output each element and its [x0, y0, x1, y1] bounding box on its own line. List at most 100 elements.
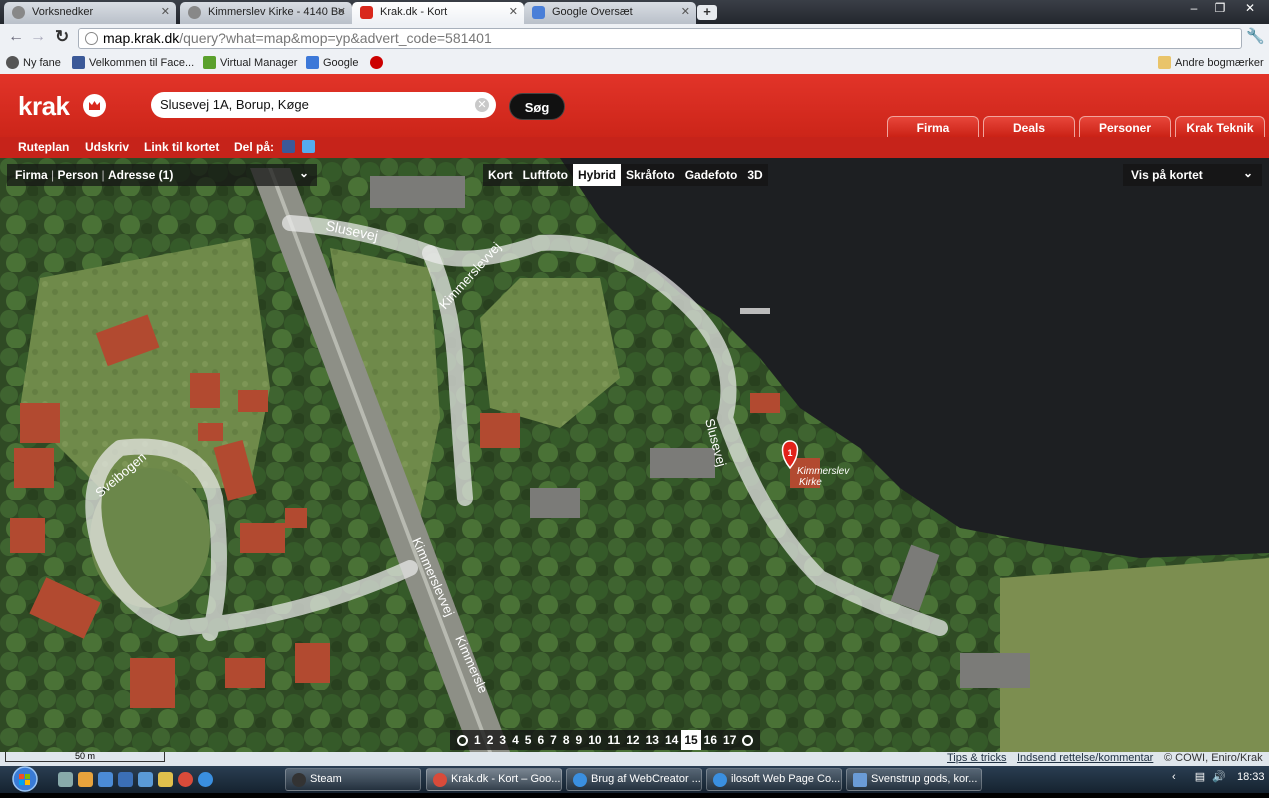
- tray-expand-icon[interactable]: ‹: [1172, 771, 1176, 783]
- zoom-level-17[interactable]: 17: [720, 730, 739, 750]
- facebook-icon: [72, 56, 85, 69]
- close-icon[interactable]: ✕: [681, 5, 690, 18]
- tab-vorksnedker[interactable]: Vorksnedker ✕: [4, 2, 176, 24]
- tab-google-translate[interactable]: Google Oversæt ✕: [524, 2, 696, 24]
- page-icon: [12, 6, 25, 19]
- chrome-icon[interactable]: [178, 772, 193, 787]
- ie-icon[interactable]: [198, 772, 213, 787]
- zoom-level-13[interactable]: 13: [643, 730, 662, 750]
- facebook-icon[interactable]: [282, 140, 295, 153]
- udskriv-link[interactable]: Udskriv: [85, 140, 129, 154]
- zoom-out-icon[interactable]: [457, 735, 468, 746]
- close-icon[interactable]: ✕: [161, 5, 170, 18]
- zoom-level-7[interactable]: 7: [547, 730, 560, 750]
- search-type-panel[interactable]: Firma | Person | Adresse (1) ⌄: [7, 164, 317, 186]
- system-tray: ‹ ▤ 🔊 18:33: [1172, 770, 1265, 790]
- bookmark-virtual-manager[interactable]: Virtual Manager: [203, 56, 297, 69]
- volume-icon[interactable]: 🔊: [1212, 771, 1226, 783]
- person-filter[interactable]: Person: [57, 168, 98, 182]
- firefox-icon[interactable]: [78, 772, 93, 787]
- firma-filter[interactable]: Firma: [15, 168, 48, 182]
- task-steam[interactable]: Steam: [285, 768, 421, 791]
- network-icon[interactable]: ▤: [1195, 771, 1205, 783]
- other-bookmarks[interactable]: Andre bogmærker: [1158, 56, 1264, 69]
- zoom-level-5[interactable]: 5: [522, 730, 535, 750]
- search-button[interactable]: Søg: [509, 93, 565, 120]
- zoom-level-8[interactable]: 8: [560, 730, 573, 750]
- clear-search-icon[interactable]: ✕: [475, 98, 489, 112]
- tab-krak-teknik[interactable]: Krak Teknik: [1175, 116, 1265, 138]
- media-icon[interactable]: [158, 772, 173, 787]
- maximize-icon[interactable]: ❐: [1207, 0, 1233, 18]
- link-til-kortet[interactable]: Link til kortet: [144, 140, 219, 154]
- close-icon[interactable]: ✕: [337, 5, 346, 18]
- tab-deals[interactable]: Deals: [983, 116, 1075, 138]
- zoom-level-15[interactable]: 15: [681, 730, 701, 750]
- chevron-down-icon[interactable]: ⌄: [299, 166, 309, 180]
- search-input[interactable]: Slusevej 1A, Borup, Køge: [151, 92, 496, 118]
- new-tab-button[interactable]: +: [697, 5, 717, 20]
- bookmark-label: Velkommen til Face...: [89, 57, 195, 69]
- mode-hybrid[interactable]: Hybrid: [572, 164, 621, 186]
- task-ilosoft[interactable]: ilosoft Web Page Co...: [706, 768, 842, 791]
- map-canvas[interactable]: Slusevej Kimmerslevvej Slusevej Sveiboge…: [0, 158, 1269, 752]
- tab-kimmerslev[interactable]: Kimmerslev Kirke - 4140 Bo ✕: [180, 2, 352, 24]
- zoom-level-16[interactable]: 16: [701, 730, 720, 750]
- zoom-level-11[interactable]: 11: [605, 730, 624, 750]
- close-icon[interactable]: ✕: [509, 5, 518, 18]
- back-icon[interactable]: ←: [8, 28, 24, 46]
- show-desktop-icon[interactable]: [58, 772, 73, 787]
- mode-kort[interactable]: Kort: [483, 164, 518, 186]
- mode-3d[interactable]: 3D: [742, 164, 767, 186]
- mode-luftfoto[interactable]: Luftfoto: [518, 164, 573, 186]
- map-mode-bar: Kort Luftfoto Hybrid Skråfoto Gadefoto 3D: [483, 164, 768, 186]
- zoom-level-14[interactable]: 14: [662, 730, 681, 750]
- tab-personer[interactable]: Personer: [1079, 116, 1171, 138]
- zoom-level-3[interactable]: 3: [496, 730, 509, 750]
- task-webcreator[interactable]: Brug af WebCreator ...: [566, 768, 702, 791]
- tab-label: Vorksnedker: [32, 6, 94, 18]
- twitter-icon[interactable]: [302, 140, 315, 153]
- clock[interactable]: 18:33: [1237, 771, 1265, 783]
- zoom-level-12[interactable]: 12: [623, 730, 642, 750]
- zoom-level-1[interactable]: 1: [471, 730, 484, 750]
- bookmark-ny-fane[interactable]: Ny fane: [6, 56, 61, 69]
- bookmark-label: Virtual Manager: [220, 57, 298, 69]
- task-label: ilosoft Web Page Co...: [731, 773, 841, 785]
- zoom-in-icon[interactable]: [742, 735, 754, 746]
- forward-icon[interactable]: →: [30, 28, 46, 46]
- tab-krak[interactable]: Krak.dk - Kort ✕: [352, 2, 524, 24]
- bookmark-unnamed[interactable]: [370, 56, 387, 69]
- mode-gadefoto[interactable]: Gadefoto: [680, 164, 743, 186]
- bookmark-label: Ny fane: [23, 57, 61, 69]
- tab-label: Krak.dk - Kort: [380, 6, 448, 18]
- tips-link[interactable]: Tips & tricks: [947, 752, 1007, 764]
- app-icon[interactable]: [138, 772, 153, 787]
- zoom-level-9[interactable]: 9: [573, 730, 586, 750]
- bookmark-facebook[interactable]: Velkommen til Face...: [72, 56, 194, 69]
- krak-logo[interactable]: krak: [18, 91, 70, 122]
- feedback-link[interactable]: Indsend rettelse/kommentar: [1017, 752, 1153, 764]
- vis-paa-kortet-dropdown[interactable]: Vis på kortet ⌄: [1123, 164, 1262, 186]
- marker-label-2: Kirke: [799, 477, 822, 488]
- wrench-icon[interactable]: 🔧: [1246, 27, 1265, 45]
- adresse-filter[interactable]: Adresse (1): [108, 168, 173, 182]
- tab-firma[interactable]: Firma: [887, 116, 979, 138]
- zoom-level-4[interactable]: 4: [509, 730, 522, 750]
- app-icon[interactable]: [98, 772, 113, 787]
- zoom-level-10[interactable]: 10: [585, 730, 604, 750]
- task-svenstrup[interactable]: Svenstrup gods, kor...: [846, 768, 982, 791]
- mode-skraafoto[interactable]: Skråfoto: [621, 164, 680, 186]
- close-window-icon[interactable]: ✕: [1233, 0, 1267, 18]
- ruteplan-link[interactable]: Ruteplan: [18, 140, 69, 154]
- minimize-icon[interactable]: –: [1181, 0, 1207, 18]
- app-icon[interactable]: [118, 772, 133, 787]
- zoom-level-6[interactable]: 6: [534, 730, 547, 750]
- bookmark-google[interactable]: Google: [306, 56, 358, 69]
- tab-strip: Vorksnedker ✕ Kimmerslev Kirke - 4140 Bo…: [0, 0, 1269, 24]
- address-bar[interactable]: map.krak.dk/query?what=map&mop=yp&advert…: [78, 28, 1242, 49]
- zoom-level-2[interactable]: 2: [484, 730, 497, 750]
- reload-icon[interactable]: ↻: [55, 27, 69, 47]
- start-button[interactable]: [8, 766, 42, 793]
- task-chrome-krak[interactable]: Krak.dk - Kort – Goo...: [426, 768, 562, 791]
